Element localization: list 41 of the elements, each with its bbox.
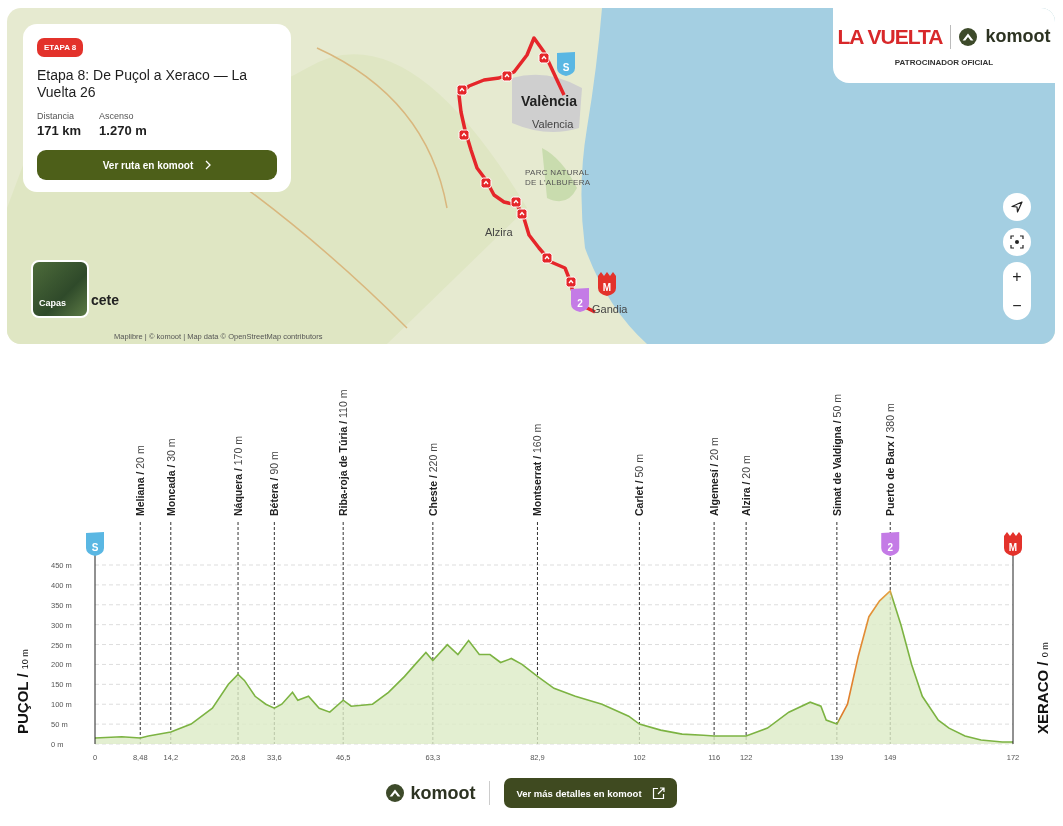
waypoint-label: Riba-roja de Túria / 110 m xyxy=(337,389,350,516)
waypoint-label: Simat de Valdigna / 50 m xyxy=(830,394,843,516)
komoot-logo-icon xyxy=(959,27,978,46)
waypoint-label: Meliana / 20 m xyxy=(134,445,147,516)
waypoint-label: Puerto de Barx / 380 m xyxy=(884,403,897,516)
waypoint-label: Algemesí / 20 m xyxy=(708,437,721,516)
komoot-logo: komoot xyxy=(985,26,1051,47)
zoom-out-button[interactable]: − xyxy=(1003,291,1031,320)
vuelta-logo: LA VUELTA xyxy=(837,24,943,49)
komoot-logo-icon xyxy=(386,784,405,802)
stage-badge: ETAPA 8 xyxy=(37,38,84,57)
waypoint-label: Moncada / 30 m xyxy=(164,438,177,516)
layers-button[interactable]: Capas xyxy=(31,260,89,318)
stat-label: Distancia xyxy=(37,111,75,121)
focus-frame-icon xyxy=(1010,235,1024,249)
view-route-button[interactable]: Ver ruta en komoot xyxy=(37,150,277,180)
navigation-arrow-icon xyxy=(1010,200,1024,214)
place-label: cete xyxy=(91,292,120,308)
external-link-icon xyxy=(651,786,665,800)
stat-value: 1.270 m xyxy=(99,123,147,138)
komoot-logo: komoot xyxy=(410,782,476,804)
stage-title: Etapa 8: De Puçol a Xeraco — La Vuelta 26 xyxy=(37,67,249,101)
stat-label: Ascenso xyxy=(99,111,135,121)
waypoint-label: Bétera / 90 m xyxy=(268,451,281,516)
place-label: València xyxy=(521,93,578,109)
place-label: Gandia xyxy=(592,303,628,315)
zoom-in-button[interactable]: + xyxy=(1003,262,1031,291)
start-town-label: PUÇOL / 10 m xyxy=(14,649,31,734)
waypoint-label: Carlet / 50 m xyxy=(633,454,646,516)
end-town-label: XERACO / 0 m xyxy=(1034,642,1051,734)
sponsor-caption: PATROCINADOR OFICIAL xyxy=(894,57,994,67)
more-details-button[interactable]: Ver más detalles en komoot xyxy=(504,778,677,808)
waypoint-label: Náquera / 170 m xyxy=(232,436,245,516)
chevron-right-icon xyxy=(205,160,212,170)
waypoint-label: Montserrat / 160 m xyxy=(531,423,544,516)
waypoint-label: Cheste / 220 m xyxy=(426,443,439,516)
waypoint-label: Alzira / 20 m xyxy=(740,455,753,516)
place-label: PARC NATURAL DE L'ALBUFERA xyxy=(525,168,591,188)
place-label: Valencia xyxy=(532,118,574,130)
place-label: Alzira xyxy=(485,226,513,238)
stat-value: 171 km xyxy=(37,123,82,138)
